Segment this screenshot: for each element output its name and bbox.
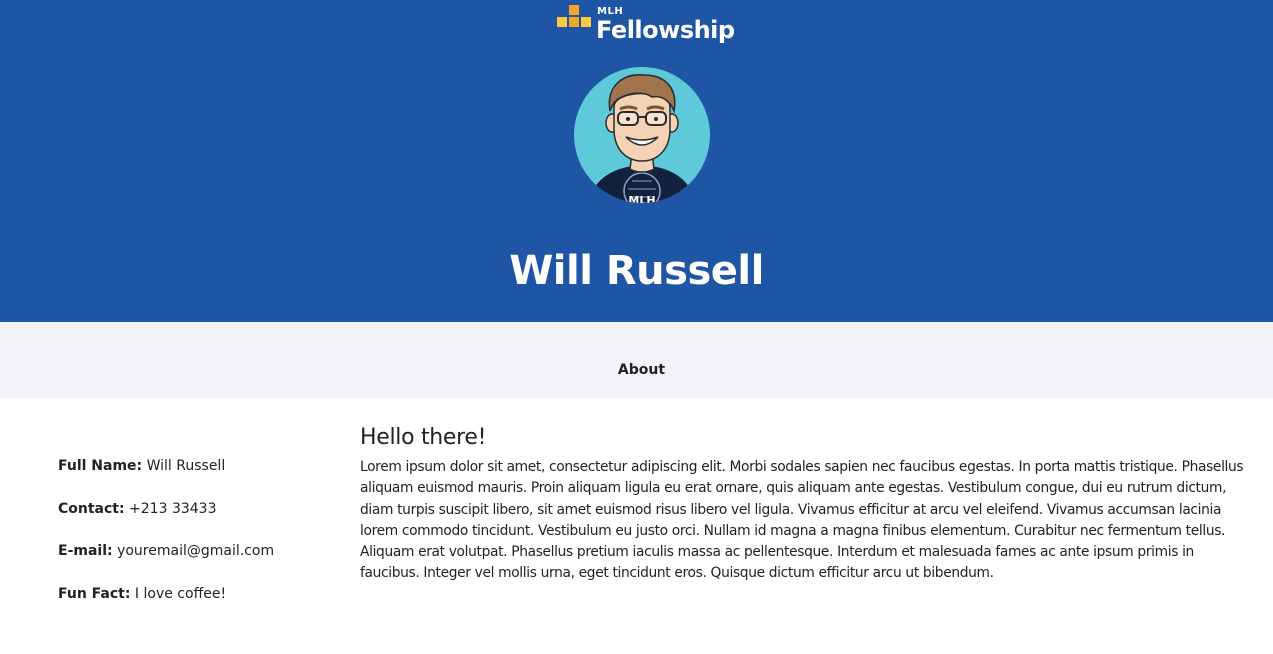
logo-fellowship-label: Fellowship [596, 16, 735, 44]
profile-full-name-value: Will Russell [146, 458, 226, 474]
profile-contact-value: +213 33433 [129, 500, 217, 517]
profile-full-name-label: Full Name: [58, 458, 143, 474]
profile-contact-label: Contact: [58, 500, 125, 517]
profile-email: E-mail: youremail@gmail.com [58, 541, 348, 584]
profile-fun-fact: Fun Fact: I love coffee! [58, 584, 348, 627]
profile-contact: Contact: +213 33433 [58, 499, 348, 542]
profile-full-name: Full Name: Will Russell [58, 456, 348, 499]
about-heading: Hello there! [360, 425, 487, 450]
page-header: MLH Fellowship MLH Will Russell [0, 0, 1273, 322]
nav-bar: About [0, 322, 1273, 398]
about-body: Lorem ipsum dolor sit amet, consectetur … [360, 459, 1244, 582]
nav-link-about[interactable]: About [0, 362, 1273, 378]
profile-email-label: E-mail: [58, 543, 113, 559]
about-section: Hello there! Lorem ipsum dolor sit amet,… [360, 424, 1255, 585]
profile-fun-fact-label: Fun Fact: [58, 585, 131, 602]
avatar-shirt-text: MLH [628, 194, 655, 203]
profile-info-list: Full Name: Will Russell Contact: +213 33… [58, 456, 348, 626]
profile-fun-fact-value: I love coffee! [134, 585, 227, 602]
profile-email-value: youremail@gmail.com [117, 543, 275, 559]
cartoon-avatar-icon: MLH [574, 67, 710, 203]
profile-name-heading: Will Russell [509, 248, 764, 294]
logo-squares-icon [557, 5, 593, 41]
mlh-fellowship-logo[interactable]: MLH Fellowship [557, 5, 735, 45]
